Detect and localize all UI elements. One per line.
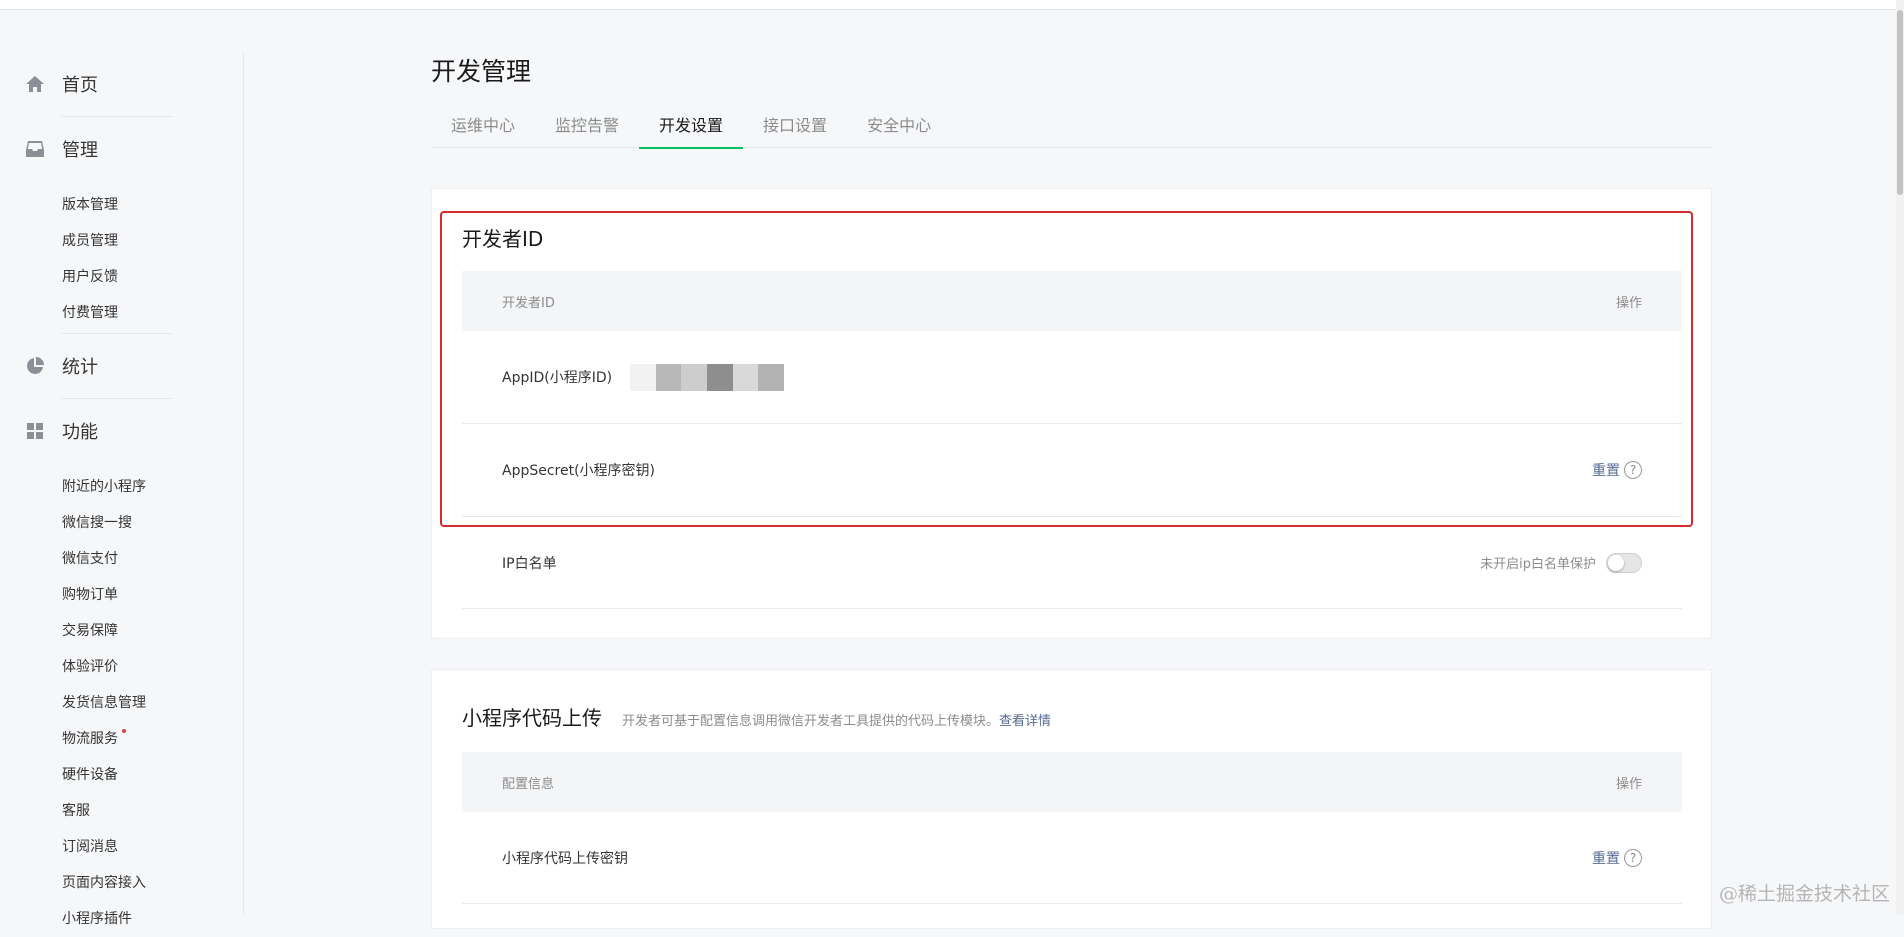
grid-icon	[25, 421, 45, 441]
header-developer-id: 开发者ID	[502, 292, 555, 311]
view-details-link[interactable]: 查看详情	[999, 714, 1051, 729]
sidebar-item-nearby[interactable]: 附近的小程序	[0, 469, 243, 505]
tab-bar: 运维中心 监控告警 开发设置 接口设置 安全中心	[431, 108, 1712, 148]
watermark: @稀土掘金技术社区	[1719, 879, 1890, 906]
pie-chart-icon	[25, 356, 45, 376]
page-scrollbar[interactable]	[1896, 0, 1904, 914]
upload-key-reset-link[interactable]: 重置 ?	[1592, 848, 1642, 868]
ip-whitelist-control: 未开启ip白名单保护	[1480, 553, 1642, 573]
nav-group-features: 功能 附近的小程序 微信搜一搜 微信支付 购物订单 交易保障 体验评价 发货信息…	[0, 399, 243, 937]
home-icon	[25, 74, 45, 94]
sidebar-item-review[interactable]: 体验评价	[0, 649, 243, 685]
tab-ops-center[interactable]: 运维中心	[431, 108, 535, 148]
sidebar-item-feedback[interactable]: 用户反馈	[0, 259, 243, 295]
code-upload-card: 小程序代码上传 开发者可基于配置信息调用微信开发者工具提供的代码上传模块。查看详…	[431, 669, 1712, 929]
row-upload-key: 小程序代码上传密钥 重置 ?	[462, 812, 1682, 904]
developer-id-card: 开发者ID 开发者ID 操作 AppID(小程序ID) AppSecret(小程…	[431, 188, 1712, 639]
sidebar-item-logistics-label: 物流服务	[62, 731, 118, 747]
table-header: 开发者ID 操作	[462, 271, 1682, 331]
upload-key-label: 小程序代码上传密钥	[502, 848, 628, 868]
nav-home-label: 首页	[62, 71, 98, 97]
ip-whitelist-label: IP白名单	[502, 553, 557, 573]
nav-group-manage: 管理 版本管理 成员管理 用户反馈 付费管理	[0, 117, 243, 334]
sidebar-item-search[interactable]: 微信搜一搜	[0, 505, 243, 541]
nav-manage[interactable]: 管理	[0, 117, 243, 181]
new-badge-dot	[122, 729, 126, 733]
code-upload-desc: 开发者可基于配置信息调用微信开发者工具提供的代码上传模块。查看详情	[622, 710, 1051, 729]
tab-dev-settings[interactable]: 开发设置	[639, 108, 743, 148]
ip-whitelist-status: 未开启ip白名单保护	[1480, 553, 1596, 572]
header-action: 操作	[1616, 292, 1642, 311]
sidebar-item-members[interactable]: 成员管理	[0, 223, 243, 259]
sidebar-item-wechat-pay[interactable]: 微信支付	[0, 541, 243, 577]
nav-stats[interactable]: 统计	[0, 334, 243, 398]
question-circle-icon[interactable]: ?	[1624, 461, 1642, 479]
nav-group-stats: 统计	[0, 334, 243, 399]
page-title: 开发管理	[431, 52, 531, 88]
code-upload-title: 小程序代码上传	[462, 702, 602, 731]
inbox-icon	[25, 139, 45, 159]
sidebar-item-version[interactable]: 版本管理	[0, 187, 243, 223]
tab-api-settings[interactable]: 接口设置	[743, 108, 847, 148]
sidebar-item-guarantee[interactable]: 交易保障	[0, 613, 243, 649]
developer-id-title: 开发者ID	[462, 223, 543, 252]
sidebar-item-logistics[interactable]: 物流服务	[0, 721, 243, 757]
appid-label: AppID(小程序ID)	[502, 367, 612, 387]
appsecret-label: AppSecret(小程序密钥)	[502, 460, 655, 480]
nav-manage-label: 管理	[62, 136, 98, 162]
upload-key-reset-label: 重置	[1592, 848, 1620, 868]
sidebar-item-payment[interactable]: 付费管理	[0, 295, 243, 331]
nav-group-home: 首页	[0, 52, 243, 117]
developer-id-table: 开发者ID 操作 AppID(小程序ID) AppSecret(小程序密钥) 重…	[462, 271, 1682, 609]
scrollbar-thumb[interactable]	[1897, 10, 1903, 195]
appsecret-reset-link[interactable]: 重置 ?	[1592, 460, 1642, 480]
row-ip-whitelist: IP白名单 未开启ip白名单保护	[462, 517, 1682, 609]
sidebar-item-plugin[interactable]: 小程序插件	[0, 901, 243, 937]
nav-features[interactable]: 功能	[0, 399, 243, 463]
header-action: 操作	[1616, 773, 1642, 792]
tab-monitoring[interactable]: 监控告警	[535, 108, 639, 148]
nav-features-label: 功能	[62, 418, 98, 444]
sidebar: 首页 管理 版本管理 成员管理 用户反馈 付费管理 统计	[0, 52, 244, 914]
nav-home[interactable]: 首页	[0, 52, 243, 116]
code-upload-desc-text: 开发者可基于配置信息调用微信开发者工具提供的代码上传模块。	[622, 714, 999, 729]
appid-value-masked	[630, 364, 784, 391]
ip-whitelist-toggle[interactable]	[1606, 553, 1642, 573]
table-header: 配置信息 操作	[462, 752, 1682, 812]
sidebar-item-customer-service[interactable]: 客服	[0, 793, 243, 829]
sidebar-item-orders[interactable]: 购物订单	[0, 577, 243, 613]
sidebar-item-page-content[interactable]: 页面内容接入	[0, 865, 243, 901]
row-appsecret: AppSecret(小程序密钥) 重置 ?	[462, 424, 1682, 517]
header-config-info: 配置信息	[502, 773, 554, 792]
sidebar-item-shipping[interactable]: 发货信息管理	[0, 685, 243, 721]
nav-stats-label: 统计	[62, 353, 98, 379]
row-appid: AppID(小程序ID)	[462, 331, 1682, 424]
sidebar-item-hardware[interactable]: 硬件设备	[0, 757, 243, 793]
question-circle-icon[interactable]: ?	[1624, 849, 1642, 867]
code-upload-table: 配置信息 操作 小程序代码上传密钥 重置 ?	[462, 752, 1682, 904]
appsecret-reset-label: 重置	[1592, 460, 1620, 480]
top-bar	[0, 0, 1904, 10]
sidebar-item-subscribe[interactable]: 订阅消息	[0, 829, 243, 865]
tab-security[interactable]: 安全中心	[847, 108, 951, 148]
